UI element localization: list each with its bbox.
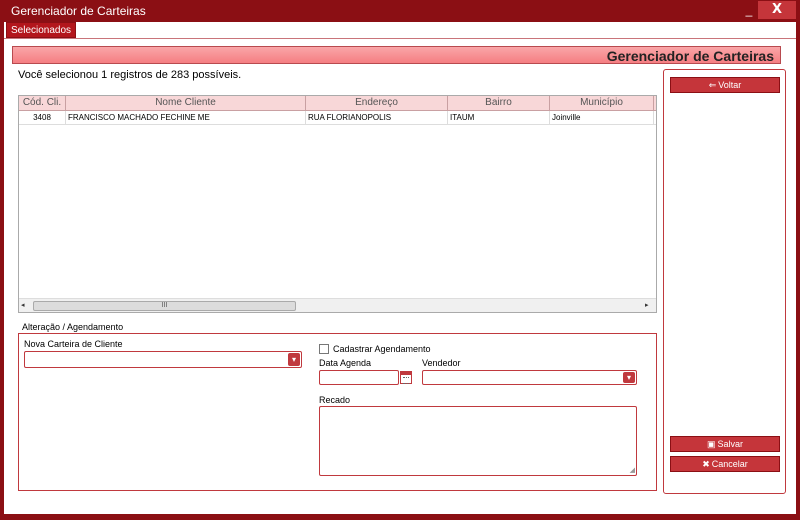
scroll-right-icon[interactable]: ▸ — [645, 301, 649, 309]
recado-label: Recado — [319, 395, 351, 405]
cadastrar-label: Cadastrar Agendamento — [333, 344, 431, 354]
salvar-label: Salvar — [717, 439, 744, 449]
minimize-button[interactable]: _ — [742, 4, 756, 18]
cell-bairro: ITAUM — [448, 111, 550, 125]
tab-divider — [4, 38, 796, 39]
floppy-disk-icon: ▣ — [706, 439, 716, 449]
table-row[interactable]: 3408 FRANCISCO MACHADO FECHINE ME RUA FL… — [19, 111, 656, 125]
nova-carteira-label: Nova Carteira de Cliente — [24, 339, 123, 349]
title-bar[interactable]: Gerenciador de Carteiras _ X — [0, 0, 800, 22]
client-area: Selecionados Gerenciador de Carteiras Vo… — [4, 22, 796, 514]
voltar-label: Voltar — [718, 80, 742, 90]
window-title: Gerenciador de Carteiras — [11, 4, 146, 18]
vendedor-select[interactable]: ▾ — [422, 370, 637, 385]
voltar-button[interactable]: ⇐ Voltar — [670, 77, 780, 93]
cell-municipio: Joinville — [550, 111, 654, 125]
cell-endereco: RUA FLORIANOPOLIS — [306, 111, 448, 125]
cell-nome: FRANCISCO MACHADO FECHINE ME — [66, 111, 306, 125]
grid-header: Cód. Cli. Nome Cliente Endereço Bairro M… — [19, 96, 656, 111]
nova-carteira-select[interactable]: ▾ — [24, 351, 302, 368]
chevron-down-icon[interactable]: ▾ — [288, 353, 300, 366]
horizontal-scrollbar[interactable]: ◂ III ▸ — [19, 298, 656, 312]
cadastrar-checkbox[interactable] — [319, 344, 329, 354]
page-title: Gerenciador de Carteiras — [606, 48, 774, 64]
chevron-down-icon[interactable]: ▾ — [623, 372, 635, 383]
side-panel: ⇐ Voltar ▣ Salvar ✖ Cancelar — [663, 69, 786, 494]
vendedor-label: Vendedor — [422, 358, 461, 368]
column-header-nome[interactable]: Nome Cliente — [66, 96, 306, 111]
recado-textarea[interactable]: ◢ — [319, 406, 637, 476]
arrow-left-icon: ⇐ — [708, 80, 717, 90]
column-header-bairro[interactable]: Bairro — [448, 96, 550, 111]
resize-grip-icon[interactable]: ◢ — [630, 466, 635, 474]
clients-grid[interactable]: Cód. Cli. Nome Cliente Endereço Bairro M… — [18, 95, 657, 313]
cancelar-button[interactable]: ✖ Cancelar — [670, 456, 780, 472]
close-button[interactable]: X — [758, 1, 796, 19]
alteracao-group: Nova Carteira de Cliente ▾ Cadastrar Age… — [18, 333, 657, 491]
scroll-left-icon[interactable]: ◂ — [21, 301, 25, 309]
selection-info: Você selecionou 1 registros de 283 possí… — [18, 69, 242, 81]
column-header-endereco[interactable]: Endereço — [306, 96, 448, 111]
column-header-cod[interactable]: Cód. Cli. — [19, 96, 66, 111]
data-agenda-label: Data Agenda — [319, 358, 372, 368]
header-band: Gerenciador de Carteiras — [12, 46, 781, 64]
cancel-icon: ✖ — [702, 459, 710, 469]
cell-cod: 3408 — [19, 111, 66, 125]
data-agenda-input[interactable] — [319, 370, 399, 385]
tab-selecionados[interactable]: Selecionados — [6, 22, 77, 38]
cancelar-label: Cancelar — [711, 459, 748, 469]
group-title: Alteração / Agendamento — [22, 322, 124, 332]
app-window: Gerenciador de Carteiras _ X Selecionado… — [0, 0, 800, 520]
salvar-button[interactable]: ▣ Salvar — [670, 436, 780, 452]
calendar-icon[interactable] — [400, 371, 412, 384]
column-header-municipio[interactable]: Município — [550, 96, 654, 111]
scroll-thumb[interactable]: III — [33, 301, 296, 311]
